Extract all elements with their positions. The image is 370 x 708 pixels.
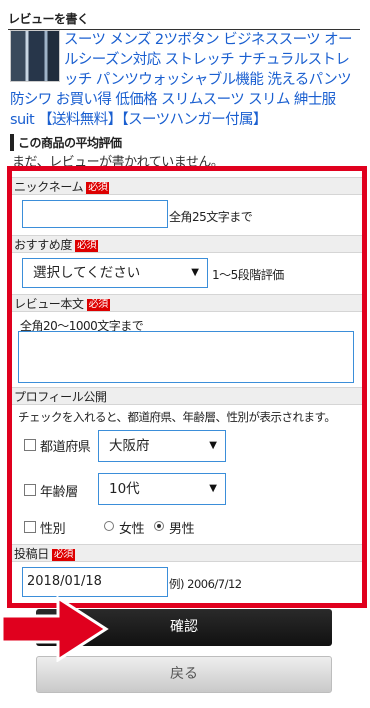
recommend-row-header: おすすめ度 必須 <box>12 235 362 253</box>
post-date-hint: 例) 2006/7/12 <box>169 577 242 591</box>
page-title: レビューを書く <box>8 10 360 30</box>
review-form: ニックネーム 必須 全角25文字まで おすすめ度 必須 選択してください ▼ 1〜5… <box>7 166 367 608</box>
prefecture-label: 都道府県 <box>40 440 91 455</box>
post-date-input[interactable]: 2018/01/18 <box>22 567 168 597</box>
recommend-hint: 1〜5段階評価 <box>212 268 284 282</box>
dropdown-arrow-icon: ▼ <box>209 483 217 494</box>
product-thumbnail[interactable] <box>10 30 60 82</box>
gender-checkbox[interactable] <box>24 521 36 533</box>
dropdown-arrow-icon: ▼ <box>191 267 199 278</box>
age-select[interactable]: 10代 ▼ <box>98 473 226 505</box>
dropdown-arrow-icon: ▼ <box>209 440 217 451</box>
required-badge: 必須 <box>75 240 99 252</box>
review-body-textarea[interactable] <box>18 331 354 383</box>
red-arrow-icon <box>0 596 109 662</box>
review-body-label: レビュー本文 <box>14 297 84 311</box>
required-badge: 必須 <box>86 299 110 311</box>
male-radio[interactable] <box>154 521 164 531</box>
age-checkbox[interactable] <box>24 484 36 496</box>
profile-row-header: プロフィール公開 <box>12 387 362 405</box>
post-date-label: 投稿日 <box>14 547 49 561</box>
nickname-input[interactable] <box>22 200 168 228</box>
review-body-row-header: レビュー本文 必須 <box>12 294 362 312</box>
recommend-selected: 選択してください <box>33 265 141 281</box>
age-label: 年齢層 <box>40 485 78 500</box>
prefecture-select[interactable]: 大阪府 ▼ <box>98 430 226 462</box>
female-label: 女性 <box>119 522 145 537</box>
product-summary: スーツ メンズ 2ツボタン ビジネススーツ オールシーズン対応 ストレッチ ナチ… <box>10 30 360 130</box>
profile-note: チェックを入れると、都道府県、年齢層、性別が表示されます。 <box>18 410 336 424</box>
gender-label: 性別 <box>40 522 66 537</box>
required-badge: 必須 <box>86 182 110 194</box>
post-date-row-header: 投稿日 必須 <box>12 544 362 562</box>
recommend-label: おすすめ度 <box>14 238 73 252</box>
required-badge: 必須 <box>51 549 76 561</box>
nickname-label: ニックネーム <box>14 180 84 194</box>
nickname-hint: 全角25文字まで <box>169 210 253 224</box>
female-radio[interactable] <box>104 521 114 531</box>
product-name-link[interactable]: スーツ メンズ 2ツボタン ビジネススーツ オールシーズン対応 ストレッチ ナチ… <box>10 30 360 130</box>
age-selected: 10代 <box>109 481 140 497</box>
average-rating-heading: この商品の平均評価 <box>10 134 368 151</box>
prefecture-checkbox[interactable] <box>24 439 36 451</box>
nickname-row-header: ニックネーム 必須 <box>12 177 362 195</box>
profile-label: プロフィール公開 <box>14 390 107 404</box>
recommend-select[interactable]: 選択してください ▼ <box>22 258 208 288</box>
prefecture-selected: 大阪府 <box>109 438 150 454</box>
male-label: 男性 <box>169 522 195 537</box>
